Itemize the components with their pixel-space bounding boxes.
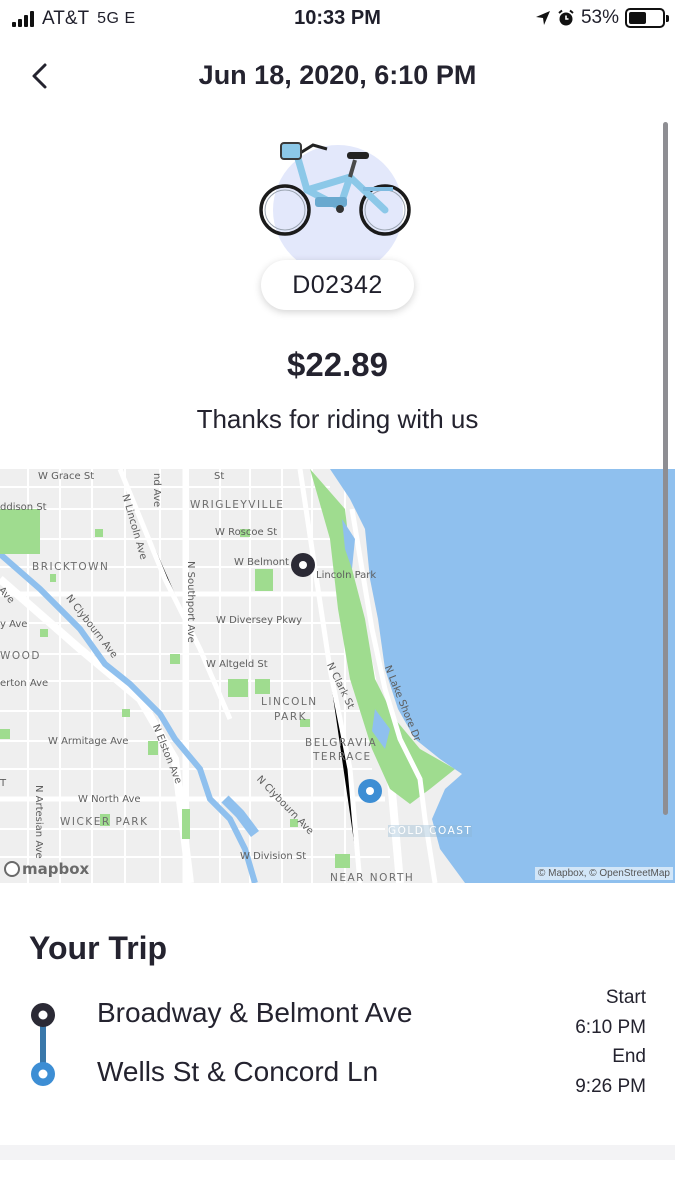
map-label-near-north: NEAR NORTH — [330, 872, 415, 883]
map-label-belmont: W Belmont — [234, 557, 289, 568]
trip-route-indicator — [31, 1003, 55, 1086]
battery-icon — [625, 8, 669, 28]
end-time: 9:26 PM — [575, 1076, 646, 1097]
map-label-diversey: W Diversey Pkwy — [216, 615, 303, 626]
page-title: Jun 18, 2020, 6:10 PM — [198, 60, 477, 90]
trip-map[interactable]: W Grace St St nd Ave ddison St WRIGLEYVI… — [0, 469, 675, 883]
status-right: 53% — [535, 7, 669, 29]
map-label-lincoln-park-area-1: LINCOLN — [261, 696, 318, 708]
bike-id-badge: D02342 — [261, 260, 414, 310]
map-label-erton-ave: erton Ave — [0, 678, 49, 689]
map-label-wrigleyville: WRIGLEYVILLE — [190, 499, 285, 511]
map-label-wicker-park: WICKER PARK — [60, 816, 149, 828]
end-label: End — [612, 1046, 646, 1067]
mapbox-logo-text: mapbox — [22, 860, 90, 878]
start-station: Broadway & Belmont Ave — [97, 997, 413, 1028]
map-label-t-left: T — [0, 778, 7, 789]
map-label-north-ave: W North Ave — [78, 794, 141, 805]
section-divider — [0, 1145, 675, 1200]
bike-icon — [259, 142, 411, 236]
trip-heading: Your Trip — [29, 930, 168, 966]
mapbox-logo-icon — [4, 861, 20, 877]
map-label-grace: W Grace St — [38, 471, 95, 482]
map-label-belgravia-1: BELGRAVIA — [305, 737, 378, 749]
map-attribution[interactable]: © Mapbox, © OpenStreetMap — [534, 867, 673, 880]
map-label-southport: N Southport Ave — [185, 561, 196, 643]
alarm-clock-icon — [558, 9, 574, 26]
map-label-addison: ddison St — [0, 502, 47, 513]
map-label-roscoe: W Roscoe St — [215, 527, 278, 538]
map-label-altgeld: W Altgeld St — [206, 659, 268, 670]
bike-illustration — [255, 135, 420, 275]
mapbox-logo[interactable]: mapbox — [4, 860, 89, 878]
map-label-division: W Division St — [240, 851, 307, 862]
start-time: 6:10 PM — [575, 1017, 646, 1038]
map-label-lincoln-park-area-2: PARK — [274, 711, 308, 723]
end-station: Wells St & Concord Ln — [97, 1056, 379, 1087]
map-label-belgravia-2: TERRACE — [313, 751, 372, 763]
map-label-wood: WOOD — [0, 650, 41, 662]
status-bar: AT&T 5G E 10:33 PM 53% — [0, 0, 675, 38]
scrollbar[interactable] — [663, 122, 668, 815]
map-label-ashland: nd Ave — [151, 473, 162, 508]
map-label-armitage: W Armitage Ave — [48, 736, 129, 747]
battery-level — [629, 12, 646, 24]
battery-percent: 53% — [580, 7, 619, 28]
ride-price: $22.89 — [287, 346, 388, 383]
map-label-lincoln-park: Lincoln Park — [316, 570, 377, 581]
location-arrow-icon — [535, 11, 550, 25]
thanks-message: Thanks for riding with us — [196, 404, 479, 434]
map-label-gold-coast: GOLD COAST — [388, 825, 473, 837]
map-label-bricktown: BRICKTOWN — [32, 561, 110, 573]
header: Jun 18, 2020, 6:10 PM — [0, 48, 675, 104]
map-label-y-ave: y Ave — [0, 619, 28, 630]
map-label-st-top: St — [214, 471, 225, 482]
start-label: Start — [605, 987, 646, 1008]
map-label-artesian: N Artesian Ave — [33, 785, 44, 859]
